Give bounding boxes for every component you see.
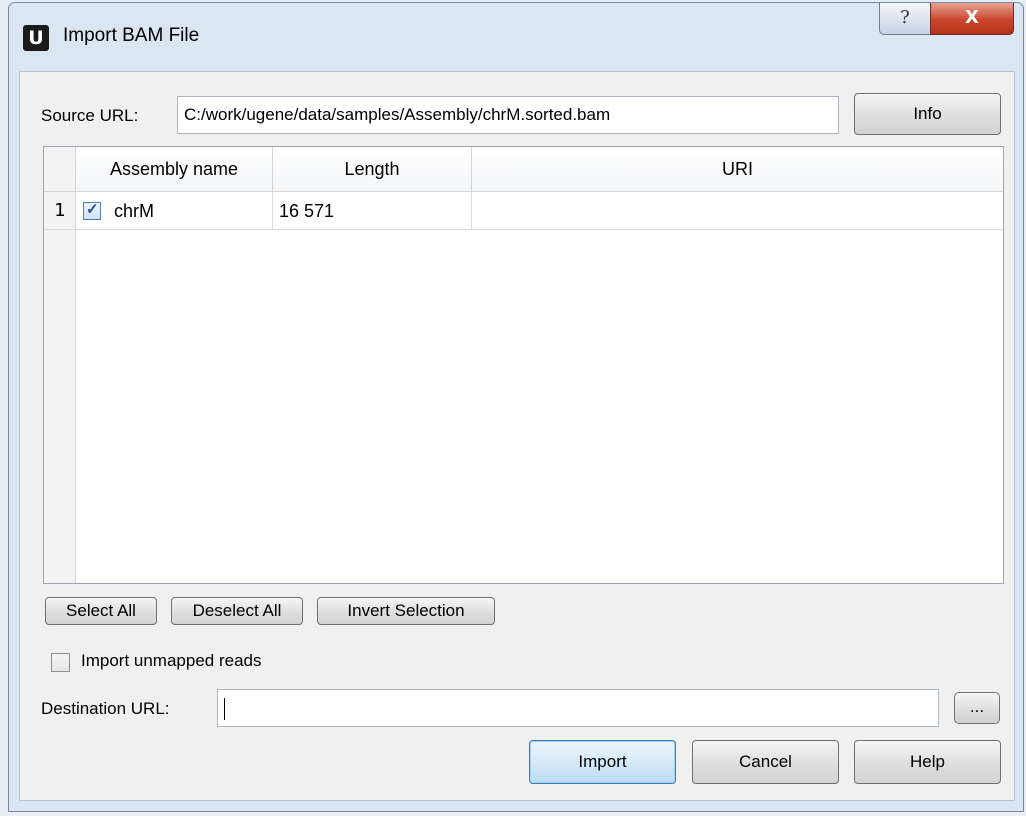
source-url-label: Source URL:	[41, 106, 139, 125]
title-bar[interactable]: U Import BAM File ? X	[9, 3, 1023, 73]
length-cell: 16 571	[273, 192, 472, 230]
import-bam-dialog: U Import BAM File ? X Source URL: C:/wor…	[8, 2, 1024, 812]
dialog-content: Source URL: C:/work/ugene/data/samples/A…	[19, 71, 1015, 801]
select-all-button[interactable]: Select All	[45, 597, 157, 625]
cancel-button[interactable]: Cancel	[692, 740, 839, 784]
close-button[interactable]: X	[930, 3, 1014, 35]
browse-destination-button[interactable]: ...	[954, 692, 1000, 724]
assembly-name: chrM	[114, 201, 154, 221]
assembly-name-cell[interactable]: ✓ chrM	[76, 192, 273, 230]
table-corner	[44, 147, 76, 192]
column-header-assembly-name[interactable]: Assembly name	[76, 147, 273, 192]
import-button[interactable]: Import	[529, 740, 676, 784]
destination-url-label: Destination URL:	[41, 699, 170, 718]
row-header-column	[44, 192, 76, 583]
column-header-uri[interactable]: URI	[472, 147, 1003, 192]
source-url-field[interactable]: C:/work/ugene/data/samples/Assembly/chrM…	[177, 96, 839, 134]
text-cursor	[224, 697, 225, 720]
column-header-length[interactable]: Length	[273, 147, 472, 192]
destination-url-field[interactable]	[217, 689, 939, 727]
assemblies-table: Assembly name Length URI 1 ✓ chrM 16 571	[43, 146, 1004, 584]
info-button[interactable]: Info	[854, 93, 1001, 135]
ugene-app-icon: U	[23, 25, 49, 51]
context-help-button[interactable]: ?	[879, 3, 931, 35]
import-unmapped-label[interactable]: Import unmapped reads	[81, 651, 262, 671]
uri-cell[interactable]	[472, 192, 1003, 230]
checkmark-icon: ✓	[86, 201, 99, 218]
invert-selection-button[interactable]: Invert Selection	[317, 597, 495, 625]
import-unmapped-checkbox[interactable]	[51, 653, 70, 672]
deselect-all-button[interactable]: Deselect All	[171, 597, 303, 625]
row-number[interactable]: 1	[44, 192, 76, 230]
assembly-checkbox[interactable]: ✓	[83, 201, 101, 220]
dialog-title: Import BAM File	[63, 25, 200, 46]
table-row[interactable]: ✓ chrM 16 571	[76, 192, 1003, 230]
help-button[interactable]: Help	[854, 740, 1001, 784]
